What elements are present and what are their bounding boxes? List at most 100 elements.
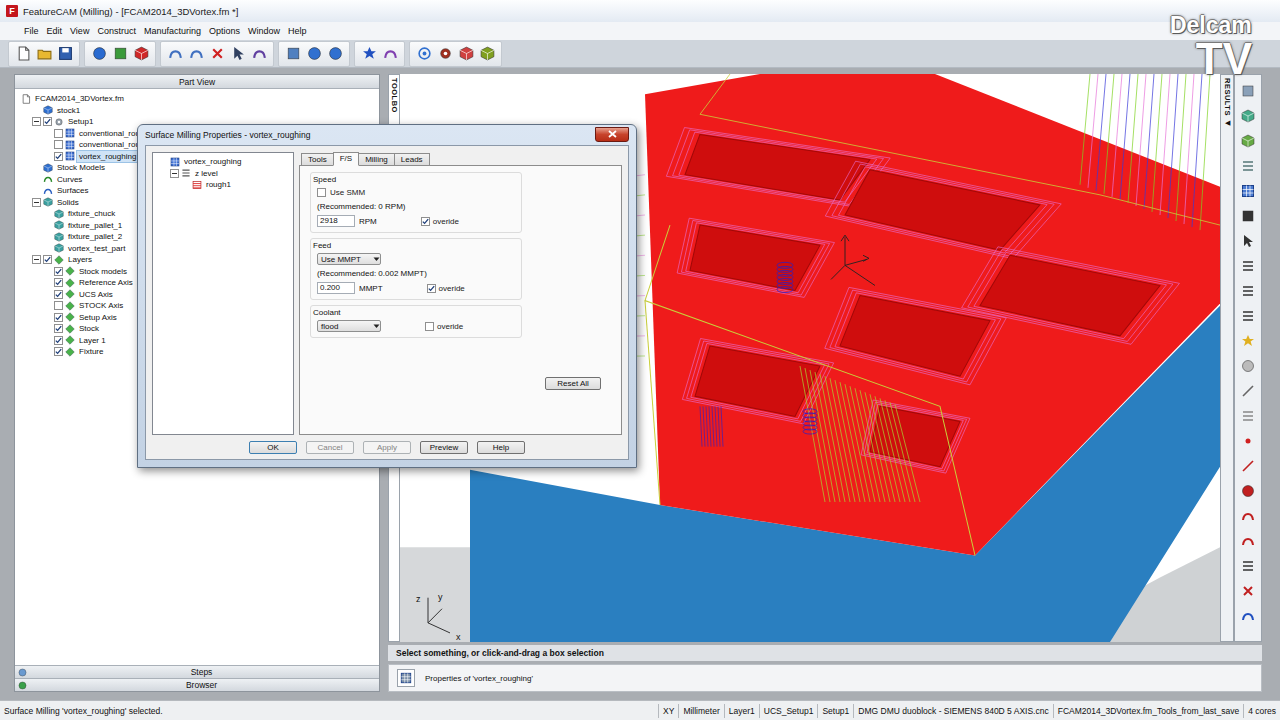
menu-item[interactable]: File [20, 26, 43, 36]
speed-input[interactable]: 2918 [317, 215, 355, 227]
status-field[interactable]: DMG DMU duoblock - SIEMENS 840D 5 AXIS.c… [853, 704, 1052, 718]
play-button[interactable] [1238, 231, 1258, 251]
toolpath-button[interactable] [456, 44, 476, 64]
override-option[interactable]: overide [427, 284, 465, 293]
visibility-checkbox[interactable] [54, 140, 63, 149]
rotate-button[interactable] [249, 44, 269, 64]
reset-all-button[interactable]: Reset All [545, 377, 601, 390]
operation-tree-item[interactable]: vortex_roughing [155, 156, 291, 168]
status-field[interactable]: XY [658, 704, 678, 718]
line-button[interactable] [1238, 456, 1258, 476]
dropdown[interactable]: flood [317, 320, 381, 332]
tree-item[interactable]: FCAM2014_3DVortex.fm [17, 93, 377, 105]
menu-item[interactable]: Construct [93, 26, 140, 36]
delete-button[interactable] [207, 44, 227, 64]
status-field[interactable]: FCAM2014_3DVortex.fm_Tools_from_last_sav… [1053, 704, 1243, 718]
visibility-checkbox[interactable] [54, 290, 63, 299]
close-button[interactable] [595, 127, 629, 142]
visibility-checkbox[interactable] [54, 267, 63, 276]
override-option[interactable]: overide [421, 217, 459, 226]
highlight-button[interactable] [1238, 331, 1258, 351]
visibility-checkbox[interactable] [54, 129, 63, 138]
visibility-checkbox[interactable] [54, 313, 63, 322]
feature-button[interactable] [380, 44, 400, 64]
trim-button[interactable] [1238, 581, 1258, 601]
gauge-button[interactable] [1238, 356, 1258, 376]
surface-milling-dialog[interactable]: Surface Milling Properties - vortex_roug… [137, 124, 637, 468]
feed-input[interactable]: 0.200 [317, 282, 355, 294]
calculator-button[interactable] [283, 44, 303, 64]
stock-button[interactable] [477, 44, 497, 64]
panel-tab[interactable]: Steps [15, 665, 379, 678]
measure-button[interactable] [1238, 381, 1258, 401]
results-arrow[interactable]: ◀ [1225, 118, 1230, 127]
new-button[interactable] [13, 44, 33, 64]
solid-button[interactable] [1238, 131, 1258, 151]
collapse-icon[interactable] [170, 169, 179, 178]
dimension-button[interactable] [1238, 556, 1258, 576]
wizard-button[interactable] [359, 44, 379, 64]
view-button[interactable] [110, 44, 130, 64]
collapse-icon[interactable] [32, 117, 41, 126]
status-field[interactable]: Millimeter [678, 704, 723, 718]
tree-item[interactable]: stock1 [17, 105, 377, 117]
menu-item[interactable]: View [66, 26, 93, 36]
snap-button[interactable] [414, 44, 434, 64]
status-field[interactable]: 4 cores [1243, 704, 1280, 718]
visibility-checkbox[interactable] [54, 278, 63, 287]
project-button[interactable] [1238, 606, 1258, 626]
tab[interactable]: F/S [333, 152, 359, 166]
undo-button[interactable] [165, 44, 185, 64]
results-strip[interactable]: RESULTS◀ [1220, 74, 1234, 642]
panel-tab[interactable]: Browser [15, 678, 379, 691]
tab[interactable]: Tools [301, 153, 334, 166]
status-field[interactable]: UCS_Setup1 [759, 704, 818, 718]
simulate-button[interactable] [131, 44, 151, 64]
operation-tree[interactable]: vortex_roughingz levelrough1 [152, 152, 294, 435]
machine-button[interactable] [435, 44, 455, 64]
panel-button[interactable] [1238, 81, 1258, 101]
point-button[interactable] [1238, 431, 1258, 451]
menu-item[interactable]: Window [244, 26, 284, 36]
select-button[interactable] [228, 44, 248, 64]
use-smm-checkbox[interactable] [317, 188, 326, 197]
status-field[interactable]: Layer1 [724, 704, 759, 718]
visibility-checkbox[interactable] [54, 347, 63, 356]
list-button[interactable] [1238, 156, 1258, 176]
redo-button[interactable] [186, 44, 206, 64]
override-checkbox[interactable] [425, 322, 434, 331]
override-option[interactable]: overide [425, 322, 463, 331]
visibility-checkbox[interactable] [54, 152, 63, 161]
tab[interactable]: Leads [394, 153, 430, 166]
spline-button[interactable] [1238, 506, 1258, 526]
step-button[interactable] [1238, 256, 1258, 276]
tab[interactable]: Milling [358, 153, 395, 166]
dialog-button[interactable]: OK [249, 441, 297, 454]
help-button[interactable] [325, 44, 345, 64]
visibility-checkbox[interactable] [54, 301, 63, 310]
dropdown[interactable]: Use MMPT [317, 253, 381, 265]
visibility-checkbox[interactable] [43, 117, 52, 126]
globe-button[interactable] [89, 44, 109, 64]
properties-bar[interactable]: Properties of 'vortex_roughing' [388, 664, 1262, 692]
query-button[interactable] [304, 44, 324, 64]
use-smm-row[interactable]: Use SMM [317, 187, 515, 198]
menu-item[interactable]: Options [205, 26, 244, 36]
status-field[interactable]: Setup1 [817, 704, 853, 718]
visibility-checkbox[interactable] [54, 324, 63, 333]
collapse-icon[interactable] [32, 255, 41, 264]
operation-tree-item[interactable]: rough1 [155, 179, 291, 191]
override-checkbox[interactable] [427, 284, 436, 293]
menu-item[interactable]: Manufacturing [140, 26, 205, 36]
model-button[interactable] [1238, 106, 1258, 126]
dialog-title-bar[interactable]: Surface Milling Properties - vortex_roug… [145, 125, 629, 145]
dialog-button[interactable]: Help [477, 441, 525, 454]
dialog-button[interactable]: Apply [363, 441, 411, 454]
forward-button[interactable] [1238, 281, 1258, 301]
override-checkbox[interactable] [421, 217, 430, 226]
menu-item[interactable]: Edit [43, 26, 67, 36]
fillet-button[interactable] [1238, 531, 1258, 551]
zoom-button[interactable] [1238, 406, 1258, 426]
collapse-icon[interactable] [32, 198, 41, 207]
steps-button[interactable] [1238, 306, 1258, 326]
